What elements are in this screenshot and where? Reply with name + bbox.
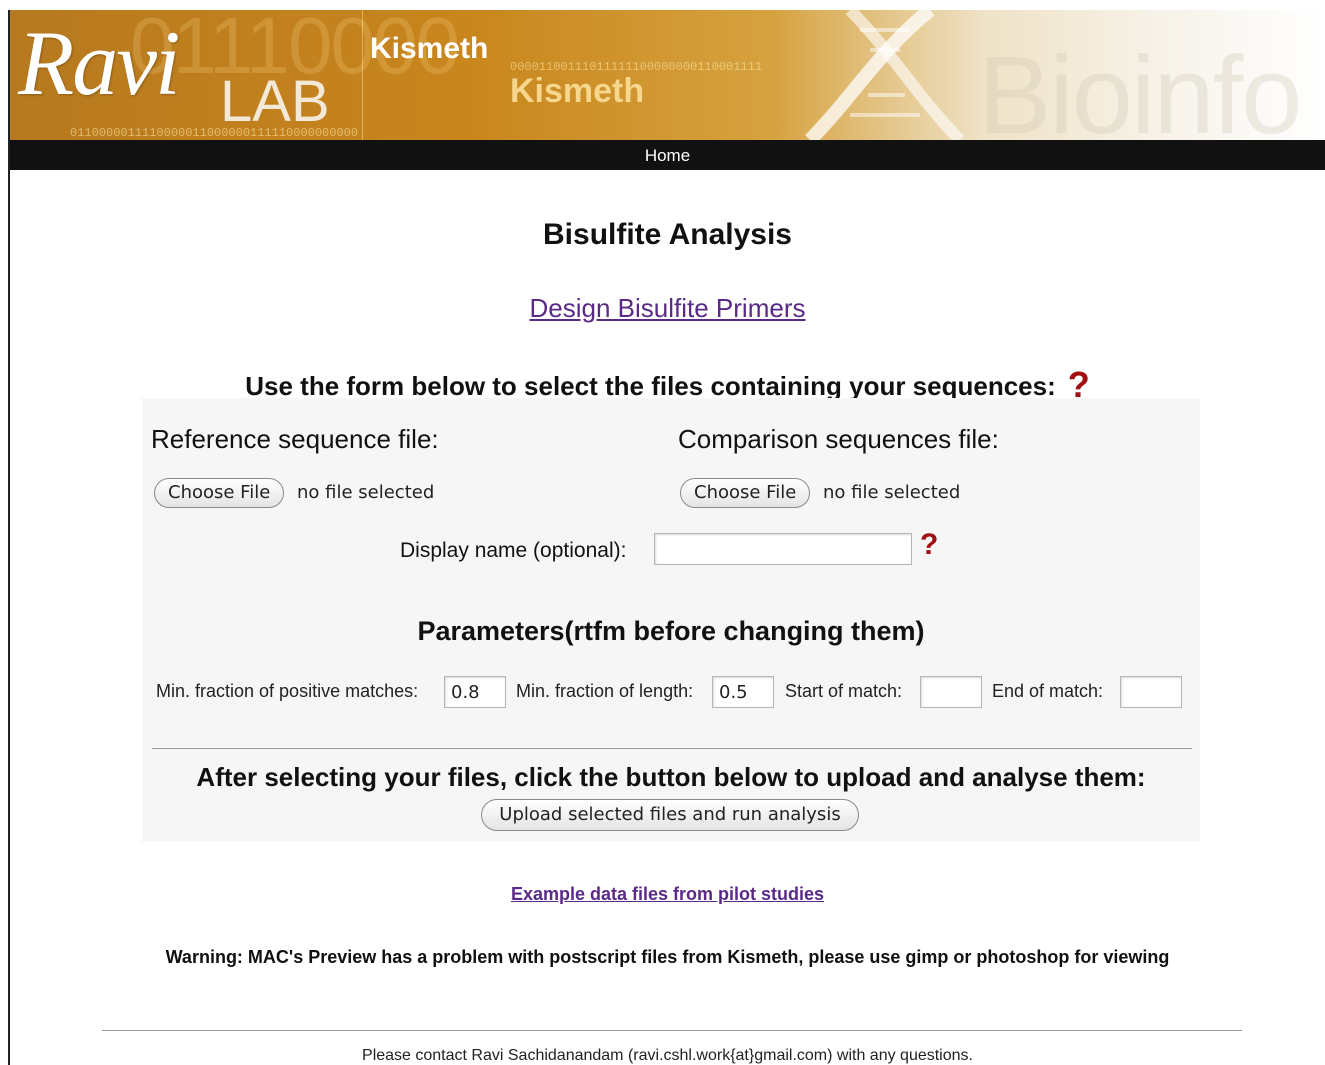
reference-file-status: no file selected bbox=[297, 482, 435, 503]
footer-divider bbox=[102, 1030, 1242, 1031]
reference-choose-file-button[interactable]: Choose File bbox=[154, 478, 285, 508]
min-fraction-length-label: Min. fraction of length: bbox=[516, 681, 694, 701]
comparison-file-status: no file selected bbox=[823, 482, 961, 503]
page-title: Bisulfite Analysis bbox=[543, 218, 792, 251]
example-data-link[interactable]: Example data files from pilot studies bbox=[10, 884, 1325, 905]
start-of-match-input[interactable] bbox=[920, 676, 982, 708]
upload-instructions: After selecting your files, click the bu… bbox=[196, 762, 1146, 792]
site-banner: 01110000 0000110011101111110000000011000… bbox=[10, 10, 1325, 140]
reference-file-label: Reference sequence file: bbox=[151, 424, 439, 454]
parameters-heading: Parameters(rtfm before changing them) bbox=[417, 616, 925, 646]
brand-logo-lab: LAB bbox=[220, 69, 330, 134]
upload-run-analysis-button[interactable]: Upload selected files and run analysis bbox=[481, 799, 859, 831]
app-name-secondary: Kismeth bbox=[510, 72, 645, 110]
brand-logo-ravi: Ravi bbox=[18, 12, 181, 114]
display-name-help-icon[interactable]: ? bbox=[920, 528, 938, 562]
contact-text: Please contact Ravi Sachidanandam (ravi.… bbox=[362, 1047, 973, 1064]
nav-home-link[interactable]: Home bbox=[10, 146, 1325, 166]
min-fraction-length-input[interactable] bbox=[712, 676, 774, 708]
form-divider bbox=[152, 748, 1192, 749]
dna-helix-icon bbox=[805, 10, 965, 140]
comparison-choose-file-button[interactable]: Choose File bbox=[680, 478, 811, 508]
banner-watermark: Bioinfo bbox=[978, 34, 1302, 140]
nav-bar: Home bbox=[10, 140, 1325, 170]
design-primers-link[interactable]: Design Bisulfite Primers bbox=[10, 293, 1325, 324]
min-fraction-positive-label: Min. fraction of positive matches: bbox=[156, 681, 419, 701]
instructions-text: Use the form below to select the files c… bbox=[245, 371, 1056, 401]
display-name-label: Display name (optional): bbox=[400, 539, 627, 562]
banner-divider bbox=[362, 10, 363, 140]
start-of-match-label: Start of match: bbox=[785, 681, 903, 701]
min-fraction-positive-input[interactable] bbox=[444, 676, 506, 708]
display-name-input[interactable] bbox=[654, 533, 912, 565]
end-of-match-input[interactable] bbox=[1120, 676, 1182, 708]
app-name: Kismeth bbox=[370, 32, 489, 65]
warning-text: Warning: MAC's Preview has a problem wit… bbox=[165, 947, 1170, 967]
end-of-match-label: End of match: bbox=[992, 681, 1104, 701]
comparison-file-label: Comparison sequences file: bbox=[678, 424, 999, 454]
